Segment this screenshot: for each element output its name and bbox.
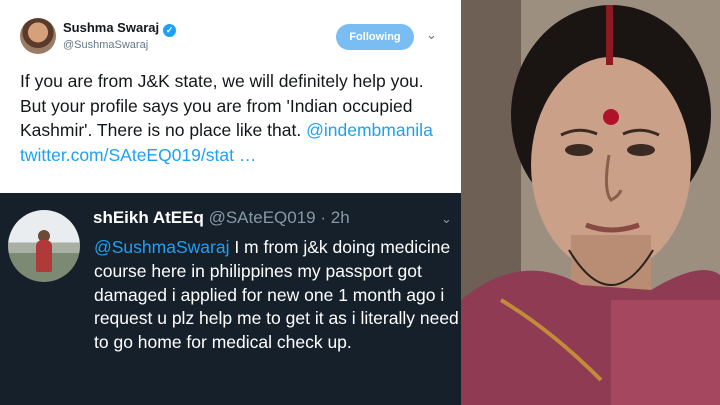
chevron-down-icon[interactable]: ⌄ (441, 211, 452, 227)
reply-header: shEikh AtEEq @SAteEQ019 · 2h (93, 208, 350, 228)
avatar-figure (36, 240, 52, 272)
tweet-screenshots: Sushma Swaraj ✓ @SushmaSwaraj Following ⌄… (0, 0, 461, 405)
avatar[interactable] (8, 210, 80, 282)
chevron-down-icon[interactable]: ⌄ (426, 28, 440, 42)
author-name[interactable]: Sushma Swaraj ✓ (63, 20, 177, 37)
author-name-text[interactable]: Sushma Swaraj (63, 20, 159, 35)
tweet-text: If you are from J&K state, we will defin… (20, 69, 450, 167)
verified-badge-icon: ✓ (163, 24, 177, 37)
following-button[interactable]: Following (336, 24, 414, 50)
reply-tweet: shEikh AtEEq @SAteEQ019 · 2h ⌄ @SushmaSw… (0, 193, 461, 405)
avatar[interactable] (20, 18, 56, 54)
tweet-text: @SushmaSwaraj I m from j&k doing medicin… (94, 236, 459, 355)
portrait-illustration (461, 0, 720, 405)
timestamp[interactable]: · 2h (320, 208, 349, 227)
author-handle[interactable]: @SAteEQ019 (209, 208, 316, 227)
portrait-photo (461, 0, 720, 405)
mention-link[interactable]: @indembmanila (306, 120, 433, 140)
mention-link[interactable]: @SushmaSwaraj (94, 237, 229, 257)
author-name[interactable]: shEikh AtEEq (93, 208, 204, 227)
quoted-tweet-link[interactable]: twitter.com/SAteEQ019/stat … (20, 145, 256, 165)
author-handle[interactable]: @SushmaSwaraj (63, 39, 148, 51)
original-tweet: Sushma Swaraj ✓ @SushmaSwaraj Following ⌄… (0, 0, 461, 193)
